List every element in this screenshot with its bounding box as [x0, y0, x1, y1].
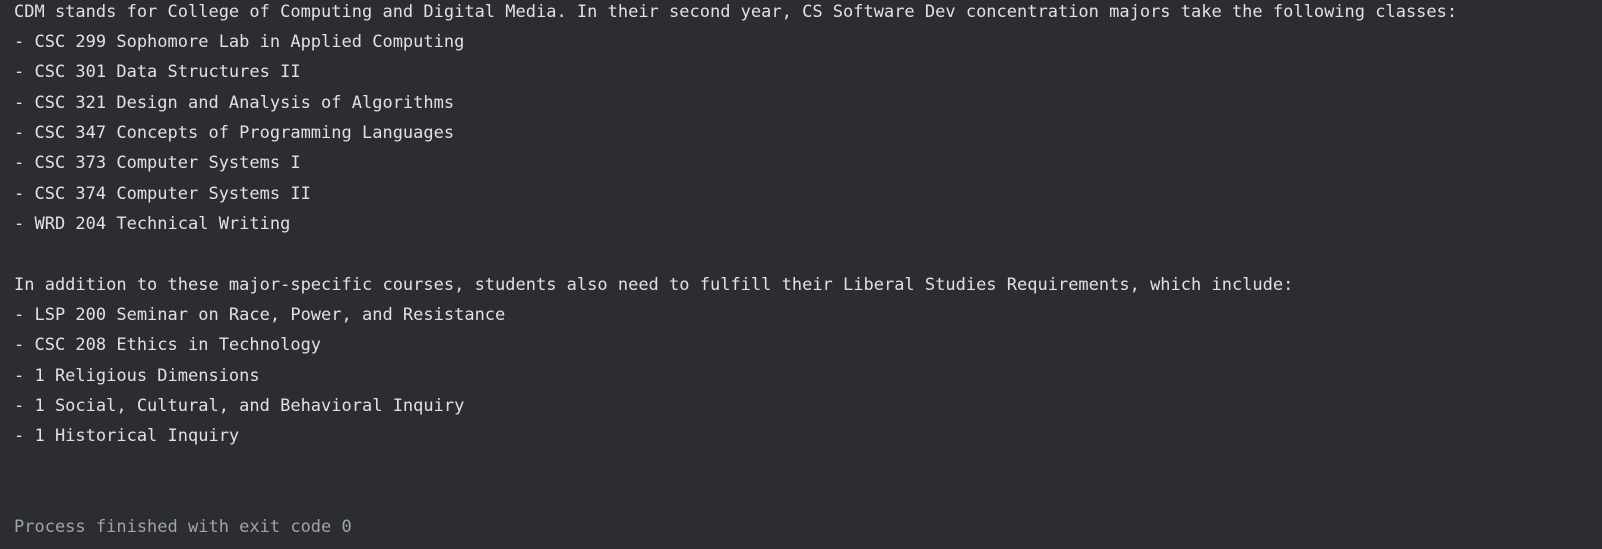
- liberal-item-line: - 1 Social, Cultural, and Behavioral Inq…: [14, 396, 465, 416]
- course-line: - WRD 204 Technical Writing: [14, 214, 291, 234]
- course-line: - CSC 347 Concepts of Programming Langua…: [14, 123, 455, 143]
- course-line: - CSC 299 Sophomore Lab in Applied Compu…: [14, 32, 465, 52]
- process-status-line: Process finished with exit code 0: [14, 517, 352, 537]
- course-line: - CSC 373 Computer Systems I: [14, 153, 301, 173]
- liberal-item-line: - 1 Religious Dimensions: [14, 366, 260, 386]
- console-output: CDM stands for College of Computing and …: [0, 0, 1602, 549]
- course-line: - CSC 321 Design and Analysis of Algorit…: [14, 93, 455, 113]
- liberal-item-line: - LSP 200 Seminar on Race, Power, and Re…: [14, 305, 506, 325]
- course-line: - CSC 374 Computer Systems II: [14, 184, 311, 204]
- liberal-item-line: - CSC 208 Ethics in Technology: [14, 335, 322, 355]
- intro-line: CDM stands for College of Computing and …: [14, 2, 1458, 22]
- liberal-intro-line: In addition to these major-specific cour…: [14, 275, 1294, 295]
- course-line: - CSC 301 Data Structures II: [14, 62, 301, 82]
- liberal-item-line: - 1 Historical Inquiry: [14, 426, 240, 446]
